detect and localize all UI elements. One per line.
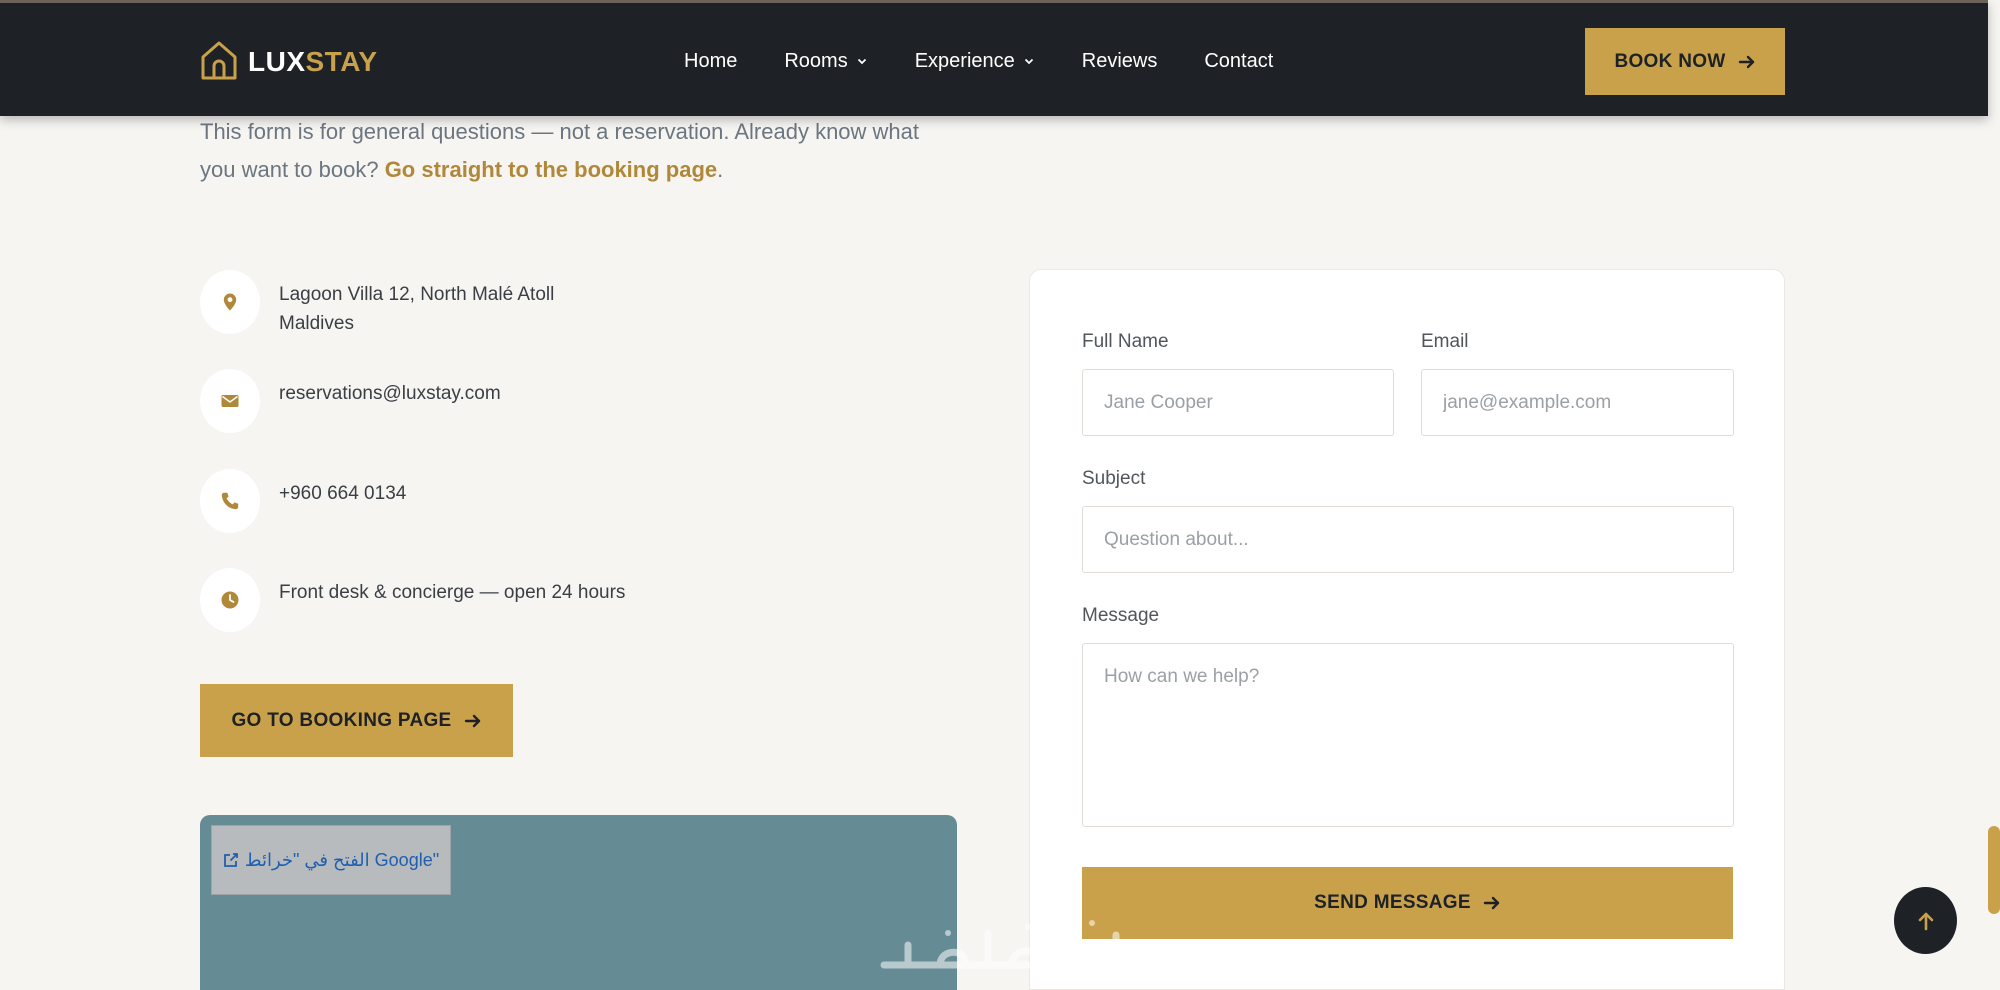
nav-experience[interactable]: Experience [915,50,1035,73]
send-message-button[interactable]: SEND MESSAGE [1082,867,1733,939]
contact-hours: Front desk & concierge — open 24 hours [200,568,625,632]
book-now-button[interactable]: BOOK NOW [1585,28,1785,95]
map-pin-icon [200,270,260,334]
chevron-down-icon [1024,58,1033,65]
watermark-logo [880,920,1120,969]
open-in-google-maps-button[interactable]: الفتح في "خرائط Google" [211,825,451,895]
phone-number[interactable]: +960 664 0134 [279,479,406,508]
subject-label: Subject [1082,468,1146,489]
arrow-right-icon [464,714,480,727]
logo[interactable]: LUXSTAY [200,39,378,85]
location-map[interactable]: الفتح في "خرائط Google" [200,815,957,990]
contact-address: Lagoon Villa 12, North Malé Atoll Maldiv… [200,270,554,338]
scrollbar-thumb[interactable] [1988,826,2000,914]
envelope-icon [200,369,260,433]
nav-rooms[interactable]: Rooms [784,50,867,73]
external-link-icon [223,853,238,867]
arrow-up-icon [1918,912,1933,930]
intro-text: This form is for general questions — not… [200,119,920,182]
phone-icon [200,469,260,533]
subject-input[interactable] [1082,506,1734,573]
clock-icon [200,568,260,632]
full-name-label: Full Name [1082,331,1169,352]
contact-form: Full Name Email Subject Message SEND MES… [1029,269,1785,990]
full-name-input[interactable] [1082,369,1394,436]
contact-email: reservations@luxstay.com [200,369,501,433]
message-label: Message [1082,605,1160,626]
opening-hours: Front desk & concierge — open 24 hours [279,582,626,603]
email-label: Email [1421,331,1469,352]
house-icon [200,39,238,86]
address-line-1: Lagoon Villa 12, North Malé Atoll [279,284,555,305]
message-textarea[interactable] [1082,643,1734,827]
nav-contact[interactable]: Contact [1204,50,1273,73]
email-input[interactable] [1421,369,1734,436]
nav-reviews[interactable]: Reviews [1082,50,1158,73]
logo-text: LUXSTAY [248,46,378,77]
address-line-2: Maldives [279,313,354,334]
email-address[interactable]: reservations@luxstay.com [279,379,501,408]
site-header: LUXSTAY Home Rooms Experience Reviews Co… [0,0,1988,116]
arrow-right-icon [1738,55,1754,68]
main-nav: Home Rooms Experience Reviews Contact [684,45,1320,77]
go-to-booking-button[interactable]: GO TO BOOKING PAGE [200,684,513,757]
arrow-right-icon [1483,896,1500,910]
contact-phone: +960 664 0134 [200,469,406,533]
chevron-down-icon [857,58,866,65]
nav-home[interactable]: Home [684,50,737,73]
booking-page-link[interactable]: Go straight to the booking page [385,157,717,182]
back-to-top-button[interactable] [1894,887,1957,954]
